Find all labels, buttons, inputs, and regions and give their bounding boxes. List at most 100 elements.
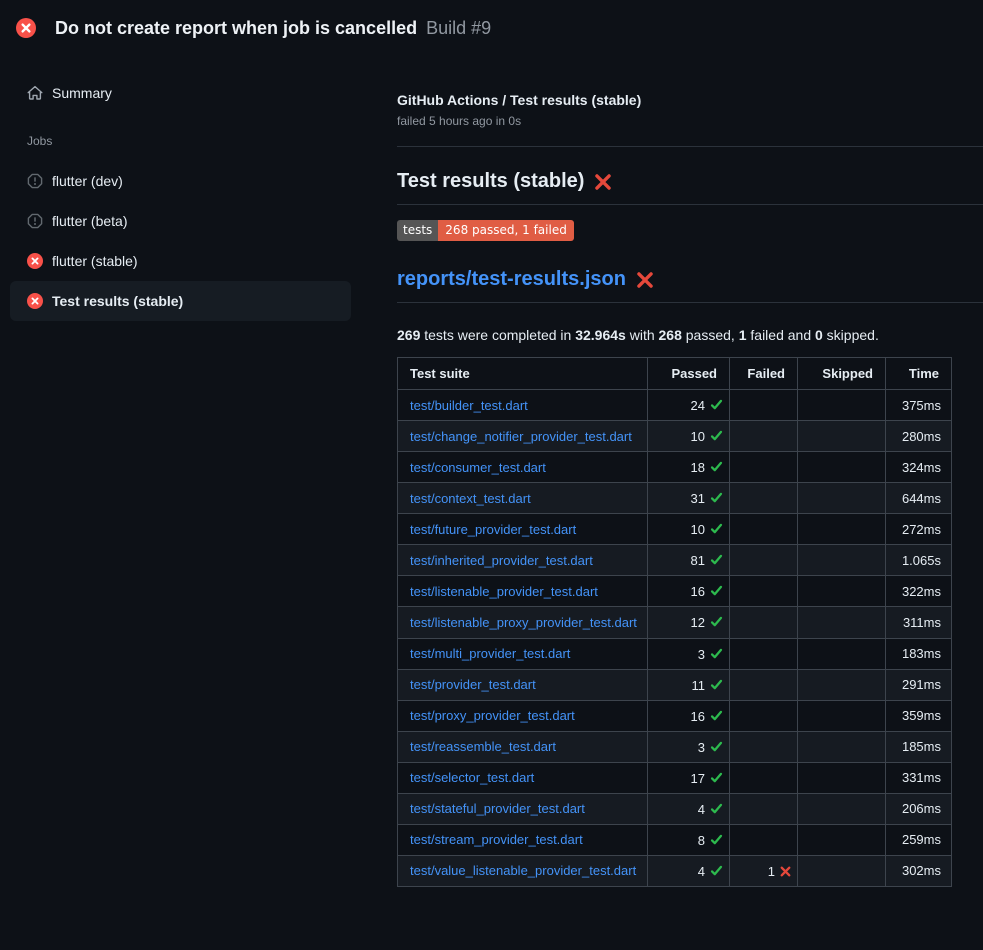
summary-passed: 268 xyxy=(659,327,682,343)
workflow-breadcrumb: GitHub Actions / Test results (stable) xyxy=(397,92,983,109)
test-suite-link[interactable]: test/selector_test.dart xyxy=(410,770,534,785)
check-icon xyxy=(710,522,723,535)
cell-test-suite: test/listenable_proxy_provider_test.dart xyxy=(398,607,648,638)
test-suite-link[interactable]: test/future_provider_test.dart xyxy=(410,522,576,537)
check-icon xyxy=(710,584,723,597)
table-row: test/listenable_provider_test.dart16322m… xyxy=(398,576,952,607)
table-row: test/stateful_provider_test.dart4206ms xyxy=(398,793,952,824)
check-icon xyxy=(710,833,723,846)
test-suite-link[interactable]: test/listenable_proxy_provider_test.dart xyxy=(410,615,637,630)
cell-passed: 10 xyxy=(648,514,730,545)
cell-failed xyxy=(730,483,798,514)
red-cross-icon xyxy=(636,271,654,289)
cell-time: 259ms xyxy=(886,824,952,855)
cell-skipped xyxy=(798,483,886,514)
table-row: test/context_test.dart31644ms xyxy=(398,483,952,514)
cell-test-suite: test/multi_provider_test.dart xyxy=(398,638,648,669)
cell-time: 302ms xyxy=(886,855,952,886)
cell-passed: 17 xyxy=(648,762,730,793)
cell-failed xyxy=(730,390,798,421)
check-icon xyxy=(710,553,723,566)
cell-passed: 31 xyxy=(648,483,730,514)
cell-passed: 4 xyxy=(648,793,730,824)
test-suite-link[interactable]: test/consumer_test.dart xyxy=(410,460,546,475)
cell-test-suite: test/stateful_provider_test.dart xyxy=(398,793,648,824)
test-suite-link[interactable]: test/value_listenable_provider_test.dart xyxy=(410,863,636,878)
test-suite-link[interactable]: test/change_notifier_provider_test.dart xyxy=(410,429,632,444)
cell-time: 280ms xyxy=(886,421,952,452)
cell-skipped xyxy=(798,452,886,483)
sidebar-item-flutter-dev[interactable]: flutter (dev) xyxy=(10,161,351,201)
summary-duration: 32.964s xyxy=(575,327,626,343)
cell-skipped xyxy=(798,731,886,762)
cell-time: 322ms xyxy=(886,576,952,607)
test-suite-link[interactable]: test/reassemble_test.dart xyxy=(410,739,556,754)
cell-failed xyxy=(730,731,798,762)
table-row: test/value_listenable_provider_test.dart… xyxy=(398,855,952,886)
cell-failed xyxy=(730,576,798,607)
test-suite-link[interactable]: test/stream_provider_test.dart xyxy=(410,832,583,847)
table-row: test/builder_test.dart 24 375ms xyxy=(398,390,952,421)
cell-passed: 3 xyxy=(648,731,730,762)
cell-skipped xyxy=(798,390,886,421)
check-icon xyxy=(710,615,723,628)
cell-test-suite: test/listenable_provider_test.dart xyxy=(398,576,648,607)
table-row: test/inherited_provider_test.dart811.065… xyxy=(398,545,952,576)
sidebar-item-flutter-beta[interactable]: flutter (beta) xyxy=(10,201,351,241)
cell-time: 272ms xyxy=(886,514,952,545)
cell-failed xyxy=(730,700,798,731)
cell-time: 183ms xyxy=(886,638,952,669)
x-circle-fill-icon xyxy=(27,293,43,309)
sidebar-item-flutter-stable[interactable]: flutter (stable) xyxy=(10,241,351,281)
table-body: test/builder_test.dart24375mstest/change… xyxy=(398,390,952,887)
cell-skipped xyxy=(798,762,886,793)
check-icon xyxy=(710,771,723,784)
build-number: Build #9 xyxy=(426,18,491,39)
cell-test-suite: test/value_listenable_provider_test.dart xyxy=(398,855,648,886)
sidebar-item-label: Summary xyxy=(52,85,112,101)
report-file-link[interactable]: reports/test-results.json xyxy=(397,267,626,292)
check-title-heading: Test results (stable) xyxy=(397,169,983,205)
sidebar-item-summary[interactable]: Summary xyxy=(10,73,351,113)
cell-skipped xyxy=(798,700,886,731)
cell-skipped xyxy=(798,421,886,452)
cell-time: 1.065s xyxy=(886,545,952,576)
red-cross-icon xyxy=(594,173,612,191)
test-suite-link[interactable]: test/context_test.dart xyxy=(410,491,531,506)
sidebar-item-test-results-stable[interactable]: Test results (stable) xyxy=(10,281,351,321)
cell-test-suite: test/builder_test.dart xyxy=(398,390,648,421)
table-row: test/change_notifier_provider_test.dart 1… xyxy=(398,421,952,452)
column-header-failed: Failed xyxy=(730,358,798,390)
summary-skipped: 0 xyxy=(815,327,823,343)
table-header-row: Test suite Passed Failed Skipped Time xyxy=(398,358,952,390)
cell-passed: 4 xyxy=(648,855,730,886)
main-content: GitHub Actions / Test results (stable) f… xyxy=(365,56,983,887)
check-icon xyxy=(710,491,723,504)
table-row: test/selector_test.dart 17 331ms xyxy=(398,762,952,793)
cell-failed xyxy=(730,669,798,700)
cell-skipped xyxy=(798,545,886,576)
cell-time: 375ms xyxy=(886,390,952,421)
sidebar-item-label: flutter (beta) xyxy=(52,213,127,229)
test-suite-link[interactable]: test/builder_test.dart xyxy=(410,398,528,413)
test-suite-link[interactable]: test/inherited_provider_test.dart xyxy=(410,553,593,568)
column-header-passed: Passed xyxy=(648,358,730,390)
summary-text-part: with xyxy=(626,327,659,343)
cell-passed: 24 xyxy=(648,390,730,421)
test-suite-link[interactable]: test/listenable_provider_test.dart xyxy=(410,584,598,599)
cell-test-suite: test/reassemble_test.dart xyxy=(398,731,648,762)
table-row: test/listenable_proxy_provider_test.dart… xyxy=(398,607,952,638)
cell-time: 331ms xyxy=(886,762,952,793)
column-header-time: Time xyxy=(886,358,952,390)
cell-skipped xyxy=(798,576,886,607)
summary-failed: 1 xyxy=(739,327,747,343)
summary-sentence: 269 tests were completed in 32.964s with… xyxy=(397,327,983,344)
test-suite-link[interactable]: test/provider_test.dart xyxy=(410,677,536,692)
cell-failed xyxy=(730,824,798,855)
cell-passed: 8 xyxy=(648,824,730,855)
jobs-section-heading: Jobs xyxy=(27,133,365,149)
test-suite-link[interactable]: test/multi_provider_test.dart xyxy=(410,646,570,661)
cell-passed: 10 xyxy=(648,421,730,452)
test-suite-link[interactable]: test/stateful_provider_test.dart xyxy=(410,801,585,816)
test-suite-link[interactable]: test/proxy_provider_test.dart xyxy=(410,708,575,723)
